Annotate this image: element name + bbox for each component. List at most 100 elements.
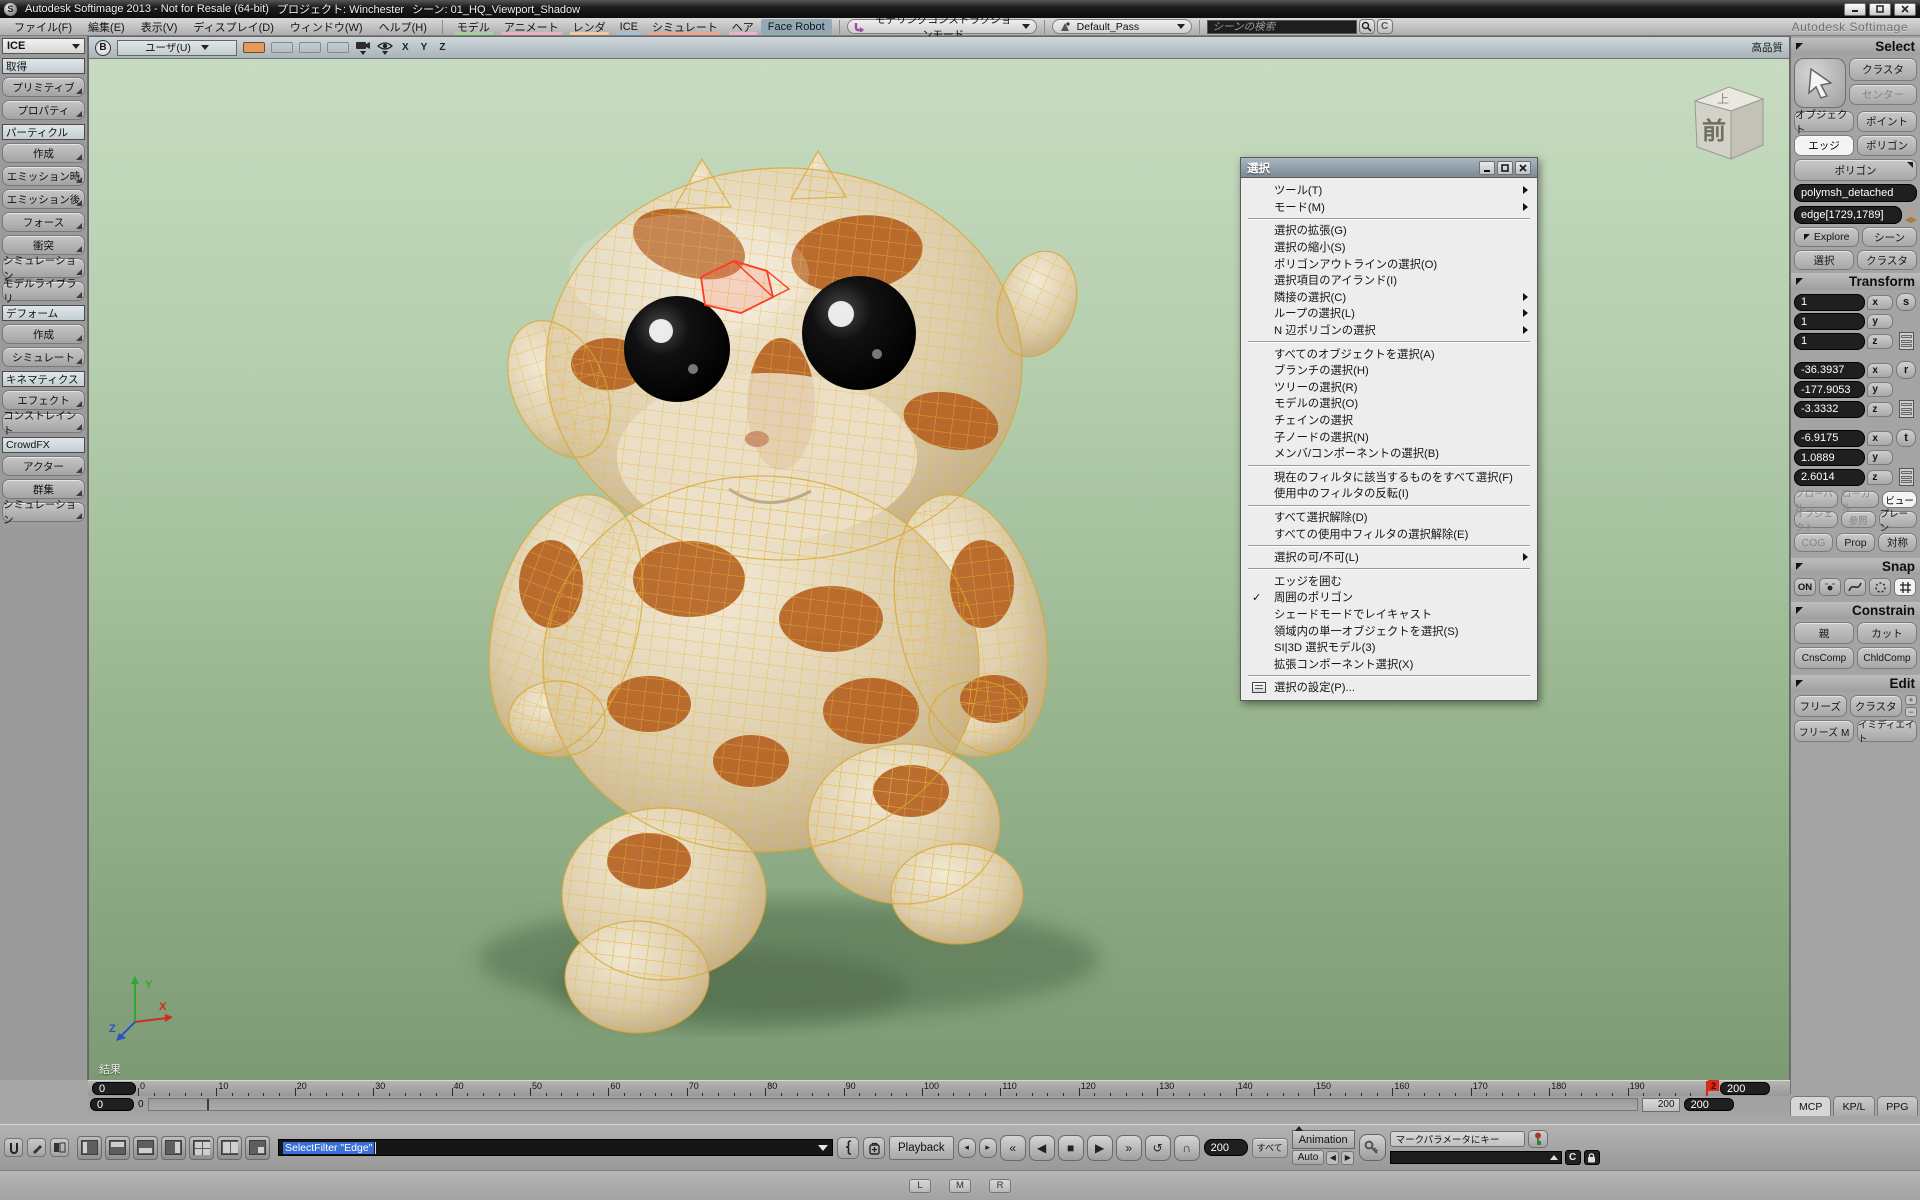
timeline-end-field[interactable]: 200 <box>1720 1082 1770 1095</box>
selection-name-field[interactable]: polymsh_detached <box>1794 184 1917 202</box>
autokey-button[interactable]: Auto <box>1292 1150 1325 1165</box>
menu-minimize-icon[interactable] <box>1479 161 1495 175</box>
sidebar-item[interactable]: 衝突 <box>2 235 85 255</box>
sidebar-item[interactable]: エフェクト <box>2 390 85 410</box>
context-menu-item[interactable]: シェードモードでレイキャスト <box>1242 606 1536 623</box>
toolbar-menu-6[interactable]: ヘア <box>725 19 761 35</box>
sidebar-item[interactable]: シミュレーション <box>2 258 85 278</box>
prev-key-icon[interactable]: ◀ <box>1326 1151 1339 1165</box>
search-icon[interactable] <box>1359 19 1375 34</box>
freeze-m-button[interactable]: フリーズ M <box>1794 720 1854 742</box>
context-menu-item[interactable]: すべて選択解除(D) <box>1242 509 1536 526</box>
axis-y-button[interactable]: y <box>1867 314 1893 329</box>
r-transform-button[interactable]: r <box>1896 361 1916 379</box>
rotate-y-field[interactable]: -177.9053 <box>1794 381 1865 398</box>
center-button[interactable]: センター <box>1849 84 1917 105</box>
context-menu-item[interactable]: 選択の設定(P)... <box>1242 679 1536 696</box>
edit-cluster-button[interactable]: クラスタ <box>1850 695 1903 717</box>
viewport-letter-button[interactable]: B <box>95 40 111 56</box>
playback-menu-button[interactable]: Playback <box>889 1136 954 1160</box>
snap-on-button[interactable]: ON <box>1794 578 1816 596</box>
context-menu-item[interactable]: 拡張コンポーネント選択(X) <box>1242 655 1536 672</box>
toolbar-menu-2[interactable]: アニメート <box>497 19 566 35</box>
sidebar-item[interactable]: エミッション後 <box>2 189 85 209</box>
save-key-icon[interactable] <box>1359 1134 1386 1161</box>
scale-z-field[interactable]: 1 <box>1794 333 1865 350</box>
search-input[interactable]: シーンの検索 <box>1207 20 1357 34</box>
sidebar-item[interactable]: エミッション時 <box>2 166 85 186</box>
display-quality-menu[interactable]: 高品質 <box>1752 40 1784 55</box>
context-menu-item[interactable]: モデルの選択(O) <box>1242 395 1536 412</box>
snap-curve-icon[interactable] <box>1844 578 1866 596</box>
selection-button[interactable]: 選択 <box>1794 250 1854 270</box>
expand-icon[interactable] <box>1550 1155 1558 1160</box>
filter-dropdown[interactable]: ポリゴン <box>1794 159 1917 181</box>
toolbar-menu-5[interactable]: シミュレート <box>645 19 725 35</box>
axis-z-button[interactable]: z <box>1867 334 1893 349</box>
snap-toggle-icon[interactable] <box>4 1138 23 1157</box>
go-last-icon[interactable]: » <box>1116 1135 1142 1161</box>
context-menu-item[interactable]: ✓周囲のポリゴン <box>1242 589 1536 606</box>
context-menu-item[interactable]: すべてのオブジェクトを選択(A) <box>1242 345 1536 362</box>
explore-button[interactable]: Explore <box>1794 227 1859 247</box>
translate-y-field[interactable]: 1.0889 <box>1794 449 1865 466</box>
key-color-icon[interactable] <box>1528 1130 1548 1148</box>
context-menu-item[interactable]: N 辺ポリゴンの選択 <box>1242 322 1536 339</box>
play-backward-icon[interactable]: ◀ <box>1029 1135 1055 1161</box>
timeline-start-field[interactable]: 0 <box>92 1082 136 1095</box>
toolbar-menu-1[interactable]: モデル <box>450 19 497 35</box>
construction-mode-dropdown[interactable]: モデリングコンストラクションモード <box>847 19 1037 34</box>
camera-icon[interactable] <box>355 40 371 55</box>
cog-button[interactable]: COG <box>1794 533 1833 552</box>
sidebar-header[interactable]: パーティクル <box>2 124 85 140</box>
rotate-x-field[interactable]: -36.3937 <box>1794 362 1865 379</box>
range-slider-track[interactable] <box>148 1098 1638 1111</box>
range-end-light-field[interactable]: 200 <box>1642 1098 1680 1112</box>
toolbar-menu-4[interactable]: ICE <box>613 19 645 35</box>
edit-plus-button[interactable]: + <box>1905 695 1917 705</box>
context-menu-item[interactable]: 選択の可/不可(L) <box>1242 549 1536 566</box>
context-menu-item[interactable]: 選択項目のアイランド(I) <box>1242 272 1536 289</box>
snap-section-header[interactable]: Snap <box>1791 558 1920 575</box>
symmetry-button[interactable]: 対称 <box>1878 533 1917 552</box>
sidebar-item[interactable]: プロパティ <box>2 100 85 120</box>
constrain-cut-button[interactable]: カット <box>1857 622 1917 644</box>
sidebar-item[interactable]: シミュレーション <box>2 502 85 522</box>
go-first-icon[interactable]: « <box>1000 1135 1026 1161</box>
context-menu-item[interactable]: モード(M) <box>1242 199 1536 216</box>
layout-preset-button-3[interactable] <box>133 1136 158 1160</box>
mark-parameter-field[interactable]: マークパラメータにキー <box>1390 1131 1525 1147</box>
toolbar-menu-7[interactable]: Face Robot <box>761 19 832 35</box>
constrain-section-header[interactable]: Constrain <box>1791 602 1920 619</box>
axis-z-button[interactable]: Z <box>436 42 448 53</box>
context-menu-item[interactable]: ブランチの選択(H) <box>1242 362 1536 379</box>
memo-cam-slot-4[interactable] <box>327 42 349 53</box>
axis-y-button[interactable]: y <box>1867 382 1893 397</box>
edit-section-header[interactable]: Edit <box>1791 675 1920 692</box>
context-menu-titlebar[interactable]: 選択 <box>1241 158 1537 178</box>
transform-section-header[interactable]: Transform <box>1791 273 1920 290</box>
stop-icon[interactable]: ■ <box>1058 1135 1084 1161</box>
scene-button[interactable]: シーン <box>1862 227 1917 247</box>
sidebar-item[interactable]: シミュレート <box>2 347 85 367</box>
context-menu-item[interactable]: ツリーの選択(R) <box>1242 379 1536 396</box>
sidebar-item[interactable]: プリミティブ <box>2 77 85 97</box>
sidebar-item[interactable]: モデルライブラリ <box>2 281 85 301</box>
timeline-ruler[interactable]: 0 01020304050607080901001101201301401501… <box>88 1080 1790 1096</box>
select-section-header[interactable]: Select <box>1791 38 1920 55</box>
search-clear-button[interactable]: C <box>1377 19 1393 34</box>
maximize-icon[interactable] <box>1869 3 1891 16</box>
toolbar-mode-dropdown[interactable]: ICE <box>2 38 85 54</box>
sidebar-item[interactable]: 群集 <box>2 479 85 499</box>
memo-cam-slot-3[interactable] <box>299 42 321 53</box>
context-menu-item[interactable]: 選択の縮小(S) <box>1242 239 1536 256</box>
t-transform-button[interactable]: t <box>1896 429 1916 447</box>
axis-lock-icon[interactable] <box>1899 400 1914 418</box>
context-menu-item[interactable]: 使用中のフィルタの反転(I) <box>1242 485 1536 502</box>
menu-2[interactable]: 編集(E) <box>80 19 133 35</box>
cnscomp-button[interactable]: CnsComp <box>1794 647 1854 669</box>
context-menu-item[interactable]: ループの選択(L) <box>1242 305 1536 322</box>
menu-6[interactable]: ヘルプ(H) <box>371 19 435 35</box>
sidebar-header[interactable]: CrowdFX <box>2 437 85 453</box>
nav-cube[interactable]: 上 前 <box>1683 77 1769 172</box>
